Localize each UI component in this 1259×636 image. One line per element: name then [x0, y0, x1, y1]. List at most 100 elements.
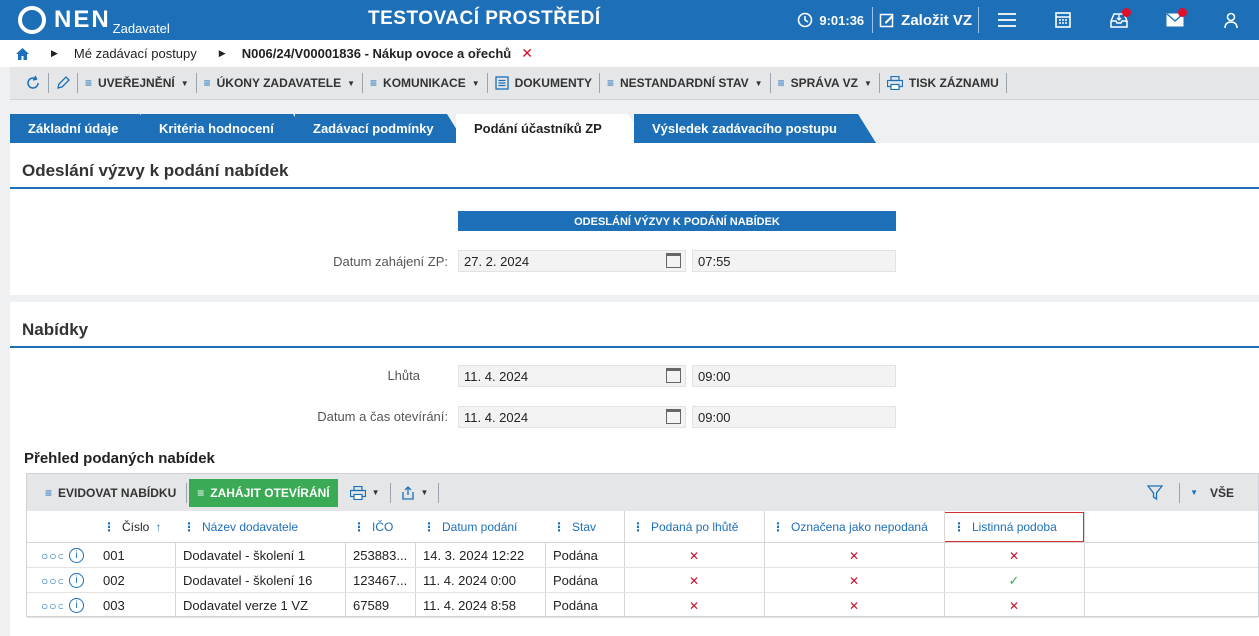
calendar-icon[interactable] — [666, 409, 681, 424]
table-row[interactable]: ○○○ i 003 Dodavatel verze 1 VZ 67589 11.… — [27, 593, 1258, 618]
tab-tender-conditions[interactable]: Zadávací podmínky — [295, 114, 465, 143]
column-menu-icon: ⋮ — [953, 520, 965, 534]
column-header-submission-date[interactable]: ⋮ Datum podání — [415, 511, 545, 543]
cell-late: ✕ — [624, 593, 764, 618]
communication-menu[interactable]: ≡ KOMUNIKACE ▼ — [363, 73, 488, 93]
cell-marked-not-submitted: ✕ — [764, 568, 944, 593]
documents-button[interactable]: DOKUMENTY — [488, 73, 600, 93]
table-row[interactable]: ○○○ i 001 Dodavatel - školení 1 253883..… — [27, 543, 1258, 568]
session-clock: 9:01:36 — [797, 12, 872, 28]
create-contract-label: Založit VZ — [901, 11, 972, 29]
user-icon — [1224, 12, 1238, 28]
start-time-field[interactable]: 07:55 — [692, 250, 896, 272]
nonstandard-state-label: NESTANDARDNÍ STAV — [619, 76, 749, 90]
cell-ico: 123467... — [353, 573, 408, 588]
inbox-notification-dot — [1122, 8, 1131, 17]
caret-down-icon: ▼ — [371, 488, 380, 497]
column-label: Označena jako nepodaná — [791, 520, 928, 534]
table-row[interactable]: ○○○ i 002 Dodavatel - školení 16 123467.… — [27, 568, 1258, 593]
start-date-field[interactable]: 27. 2. 2024 — [458, 250, 686, 272]
row-actions-icon[interactable]: ○○○ — [33, 593, 63, 618]
tab-evaluation-criteria[interactable]: Kritéria hodnocení — [141, 114, 311, 143]
clock-icon — [798, 12, 813, 28]
action-toolbar: ≡ UVEŘEJNĚNÍ ▼ ≡ ÚKONY ZADAVATELE ▼ ≡ KOMU… — [10, 67, 1259, 100]
start-date-value: 27. 2. 2024 — [464, 254, 530, 269]
nonstandard-state-menu[interactable]: ≡ NESTANDARDNÍ STAV ▼ — [600, 73, 771, 93]
deadline-time-field[interactable]: 09:00 — [692, 365, 896, 387]
column-header-status[interactable]: ⋮ Stav — [545, 511, 624, 543]
start-opening-button[interactable]: ≡ ZAHÁJIT OTEVÍRÁNÍ — [189, 478, 338, 507]
filter-all-dropdown[interactable]: ▼ VŠE — [1182, 482, 1242, 504]
calendar-icon[interactable] — [666, 368, 681, 383]
column-label: Datum podání — [442, 520, 518, 534]
cross-icon: ✕ — [688, 548, 700, 563]
row-info-icon[interactable]: i — [61, 593, 91, 618]
column-header-marked-not-submitted[interactable]: ⋮ Označena jako nepodaná — [764, 511, 944, 543]
cross-icon: ✕ — [848, 548, 860, 563]
column-menu-icon: ⋮ — [353, 520, 365, 534]
menu-button[interactable] — [979, 0, 1035, 40]
cell-number: 003 — [103, 598, 125, 613]
export-menu-button[interactable]: ▼ — [393, 482, 437, 504]
filter-icon[interactable] — [1147, 484, 1164, 501]
row-actions-icon[interactable]: ○○○ — [33, 568, 63, 593]
actions-list-icon: ≡ — [203, 76, 211, 90]
cross-icon: ✕ — [688, 598, 700, 613]
publication-menu[interactable]: ≡ UVEŘEJNĚNÍ ▼ — [78, 73, 197, 93]
cell-submission-date: 11. 4. 2024 0:00 — [423, 573, 517, 588]
print-menu-button[interactable]: ▼ — [342, 482, 388, 504]
column-header-number[interactable]: ⋮ Číslo ↑ — [95, 511, 175, 543]
clock-value: 9:01:36 — [819, 12, 865, 28]
refresh-button[interactable] — [18, 73, 49, 93]
column-header-paper-form[interactable]: ⋮ Listinná podoba — [944, 512, 1084, 542]
offers-grid-title: Přehled podaných nabídek — [24, 450, 215, 467]
home-icon[interactable] — [16, 47, 29, 60]
close-icon[interactable]: ✕ — [521, 45, 533, 62]
cell-paper-form: ✓ — [944, 568, 1084, 593]
row-actions-icon[interactable]: ○○○ — [33, 543, 63, 568]
caret-down-icon: ▼ — [1190, 488, 1198, 497]
breadcrumb-my-procedures[interactable]: Mé zadávací postupy — [74, 46, 197, 61]
user-button[interactable] — [1203, 0, 1259, 40]
contractor-actions-menu[interactable]: ≡ ÚKONY ZADAVATELE ▼ — [197, 73, 364, 93]
cell-marked-not-submitted: ✕ — [764, 593, 944, 618]
messages-button[interactable] — [1147, 0, 1203, 40]
deadline-date-field[interactable]: 11. 4. 2024 — [458, 365, 686, 387]
contract-management-menu[interactable]: ≡ SPRÁVA VZ ▼ — [771, 73, 880, 93]
tab-procedure-result[interactable]: Výsledek zadávacího postupu — [634, 114, 876, 143]
column-label: Podaná po lhůtě — [651, 520, 739, 534]
column-header-late[interactable]: ⋮ Podaná po lhůtě — [624, 511, 764, 543]
communication-label: KOMUNIKACE — [383, 76, 466, 90]
opening-date-field[interactable]: 11. 4. 2024 — [458, 406, 686, 428]
calculator-button[interactable] — [1035, 0, 1091, 40]
row-info-icon[interactable]: i — [61, 568, 91, 593]
deadline-time-value: 09:00 — [698, 369, 731, 384]
cross-icon: ✕ — [688, 573, 700, 588]
record-offer-button[interactable]: ≡ EVIDOVAT NABÍDKU — [37, 482, 184, 504]
edit-button[interactable] — [49, 73, 78, 93]
tab-basic-info[interactable]: Základní údaje — [10, 114, 158, 143]
cell-status: Podána — [553, 573, 598, 588]
publication-label: UVEŘEJNĚNÍ — [98, 76, 175, 90]
opening-time-field[interactable]: 09:00 — [692, 406, 896, 428]
calendar-icon[interactable] — [666, 253, 681, 268]
documents-label: DOKUMENTY — [514, 76, 592, 90]
column-header-ico[interactable]: ⋮ IČO — [345, 511, 415, 543]
tab-submissions[interactable]: Podání účastníků ZP — [456, 114, 646, 143]
breadcrumb-current-procedure[interactable]: N006/24/V00001836 - Nákup ovoce a ořechů — [242, 46, 512, 61]
create-contract-button[interactable]: Založit VZ — [872, 7, 979, 33]
cell-ico: 253883... — [353, 548, 408, 563]
invitation-box-header: ODESLÁNÍ VÝZVY K PODÁNÍ NABÍDEK — [458, 211, 896, 231]
row-info-icon[interactable]: i — [61, 543, 91, 568]
cell-status: Podána — [553, 548, 598, 563]
print-record-button[interactable]: TISK ZÁZNAMU — [880, 73, 1007, 93]
opening-date-value: 11. 4. 2024 — [464, 410, 529, 425]
breadcrumb: ▶ Mé zadávací postupy ▶ N006/24/V0000183… — [0, 40, 1259, 67]
document-icon — [494, 76, 509, 90]
column-header-supplier[interactable]: ⋮ Název dodavatele — [175, 511, 345, 543]
section-title: Odeslání výzvy k podání nabídek — [10, 143, 1259, 189]
cell-submission-date: 14. 3. 2024 12:22 — [423, 548, 525, 563]
app-logo[interactable]: NEN Zadavatel — [0, 0, 300, 40]
logo-text: NEN — [54, 6, 111, 33]
inbox-button[interactable] — [1091, 0, 1147, 40]
